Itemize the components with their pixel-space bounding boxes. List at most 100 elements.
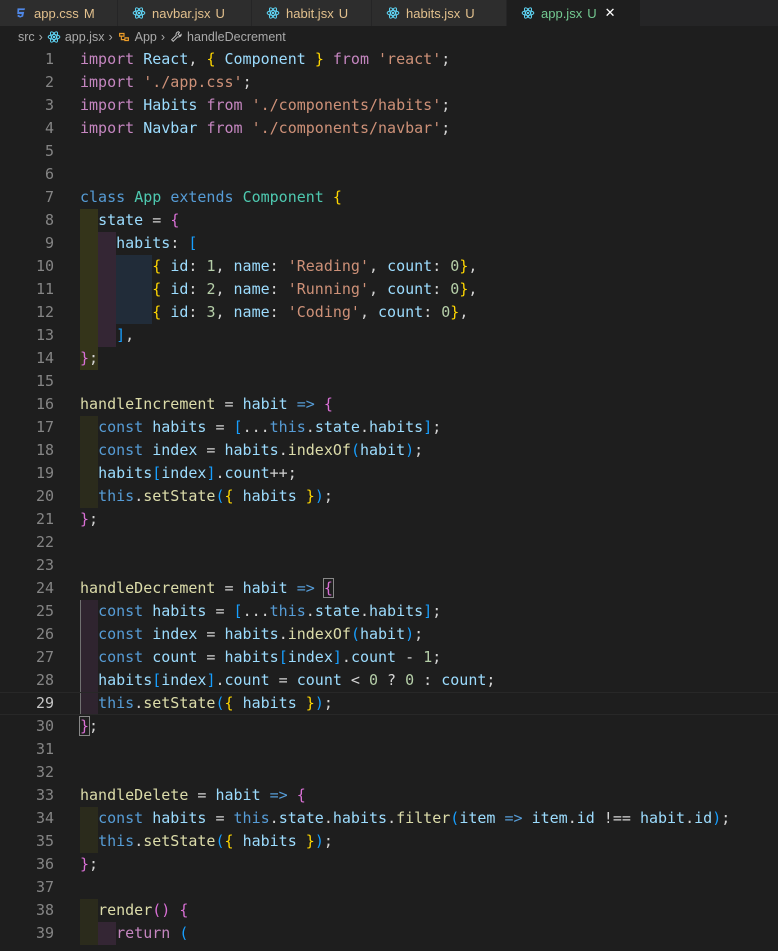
code-line[interactable]: 12 { id: 3, name: 'Coding', count: 0}, bbox=[0, 301, 778, 324]
code-line[interactable]: 21}; bbox=[0, 508, 778, 531]
code-token: { bbox=[224, 487, 234, 505]
code-line[interactable]: 30}; bbox=[0, 715, 778, 738]
code-token: indexOf bbox=[287, 625, 351, 643]
code-token: : bbox=[188, 303, 207, 321]
code-line[interactable]: 22 bbox=[0, 531, 778, 554]
code-line[interactable]: 34 const habits = this.state.habits.filt… bbox=[0, 807, 778, 830]
code-line[interactable]: 13 ], bbox=[0, 324, 778, 347]
breadcrumb-item[interactable]: handleDecrement bbox=[187, 30, 286, 44]
code-line[interactable]: 19 habits[index].count++; bbox=[0, 462, 778, 485]
code-editor[interactable]: 1 import React, { Component } from 'react… bbox=[0, 48, 778, 951]
code-line[interactable]: 8 state = { bbox=[0, 209, 778, 232]
code-token: : bbox=[432, 280, 451, 298]
line-number: 4 bbox=[44, 119, 54, 137]
code-line[interactable]: 15 bbox=[0, 370, 778, 393]
code-token: from bbox=[206, 96, 243, 114]
code-token: count bbox=[378, 303, 424, 321]
code-line[interactable]: 14}; bbox=[0, 347, 778, 370]
breadcrumb-item[interactable]: App bbox=[135, 30, 157, 44]
line-number: 39 bbox=[35, 924, 54, 942]
breadcrumb-item[interactable]: app.jsx bbox=[65, 30, 105, 44]
code-token: . bbox=[134, 694, 144, 712]
code-line[interactable]: 17 const habits = [...this.state.habits]… bbox=[0, 416, 778, 439]
code-line[interactable]: 23 bbox=[0, 554, 778, 577]
code-line[interactable]: 18 const index = habits.indexOf(habit); bbox=[0, 439, 778, 462]
code-line[interactable]: 28 habits[index].count = count < 0 ? 0 :… bbox=[0, 669, 778, 692]
line-number: 3 bbox=[44, 96, 54, 114]
breadcrumb-item[interactable]: src bbox=[18, 30, 35, 44]
code-line[interactable]: 11 { id: 2, name: 'Running', count: 0}, bbox=[0, 278, 778, 301]
code-token: 0 bbox=[441, 303, 451, 321]
code-token: { bbox=[224, 832, 234, 850]
code-token: { bbox=[323, 395, 333, 413]
code-token: habits bbox=[152, 602, 207, 620]
code-line[interactable]: 32 bbox=[0, 761, 778, 784]
code-line[interactable]: 7 class App extends Component { bbox=[0, 186, 778, 209]
code-line[interactable]: 9 habits: [ bbox=[0, 232, 778, 255]
code-token: habit bbox=[242, 579, 288, 597]
code-token: { bbox=[332, 188, 342, 206]
code-token: ) bbox=[405, 625, 415, 643]
tab-navbar-jsx[interactable]: navbar.jsx U bbox=[118, 0, 252, 26]
code-line[interactable]: 1 import React, { Component } from 'react… bbox=[0, 48, 778, 71]
line-number: 5 bbox=[44, 142, 54, 160]
code-line[interactable]: 33 handleDelete = habit => { bbox=[0, 784, 778, 807]
code-line[interactable]: 6 bbox=[0, 163, 778, 186]
code-line[interactable]: 3 import Habits from './components/habits… bbox=[0, 94, 778, 117]
tab-app-jsx[interactable]: app.jsx U ✕ bbox=[507, 0, 641, 26]
code-line[interactable]: 39 return ( bbox=[0, 922, 778, 945]
line-number: 6 bbox=[44, 165, 54, 183]
code-token: id bbox=[170, 280, 189, 298]
code-line[interactable]: 37 bbox=[0, 876, 778, 899]
code-line[interactable]: 27 const count = habits[index].count - 1… bbox=[0, 646, 778, 669]
code-token: , bbox=[215, 257, 234, 275]
code-token: count bbox=[296, 671, 342, 689]
code-token: = bbox=[215, 395, 243, 413]
code-line[interactable]: 38 render() { bbox=[0, 899, 778, 922]
code-text: import './app.css'; bbox=[80, 71, 252, 94]
code-line[interactable]: 10 { id: 1, name: 'Reading', count: 0}, bbox=[0, 255, 778, 278]
tab-habit-jsx[interactable]: habit.jsx U bbox=[252, 0, 372, 26]
tab-habits-jsx[interactable]: habits.jsx U bbox=[372, 0, 507, 26]
code-line[interactable]: 2 import './app.css'; bbox=[0, 71, 778, 94]
code-line[interactable]: 26 const index = habits.indexOf(habit); bbox=[0, 623, 778, 646]
code-line[interactable]: 24 handleDecrement = habit => { bbox=[0, 577, 778, 600]
code-token: ; bbox=[486, 671, 496, 689]
code-token: state bbox=[98, 211, 144, 229]
code-token: this bbox=[269, 602, 306, 620]
tab-app-css[interactable]: app.css M bbox=[0, 0, 118, 26]
tab-bar: app.css Mnavbar.jsx Uhabit.jsx Uhabits.jsx U… bbox=[0, 0, 778, 26]
code-text: this.setState({ habits }); bbox=[80, 485, 333, 508]
line-number: 10 bbox=[35, 257, 54, 275]
code-token: setState bbox=[143, 832, 216, 850]
code-line[interactable]: 20 this.setState({ habits }); bbox=[0, 485, 778, 508]
code-token: , bbox=[468, 280, 478, 298]
code-line[interactable]: 35 this.setState({ habits }); bbox=[0, 830, 778, 853]
code-token: ; bbox=[89, 855, 99, 873]
code-line[interactable]: 4 import Navbar from './components/navbar… bbox=[0, 117, 778, 140]
code-line[interactable]: 5 bbox=[0, 140, 778, 163]
code-token: const bbox=[98, 602, 144, 620]
code-line[interactable]: 29 this.setState({ habits }); bbox=[0, 692, 778, 715]
breadcrumb: src › app.jsx › App › handleDecrement bbox=[0, 26, 778, 48]
code-token: ; bbox=[414, 625, 424, 643]
line-number: 22 bbox=[35, 533, 54, 551]
code-token: ( bbox=[215, 832, 225, 850]
line-number: 23 bbox=[35, 556, 54, 574]
code-token: habit bbox=[359, 625, 406, 643]
code-token: ; bbox=[323, 694, 333, 712]
code-line[interactable]: 16 handleIncrement = habit => { bbox=[0, 393, 778, 416]
code-line[interactable]: 31 bbox=[0, 738, 778, 761]
code-token: 0 bbox=[450, 280, 460, 298]
code-line[interactable]: 25 const habits = [...this.state.habits]… bbox=[0, 600, 778, 623]
code-token: . bbox=[278, 625, 288, 643]
code-line[interactable]: 36}; bbox=[0, 853, 778, 876]
line-number: 30 bbox=[35, 717, 54, 735]
close-icon[interactable]: ✕ bbox=[605, 5, 616, 21]
